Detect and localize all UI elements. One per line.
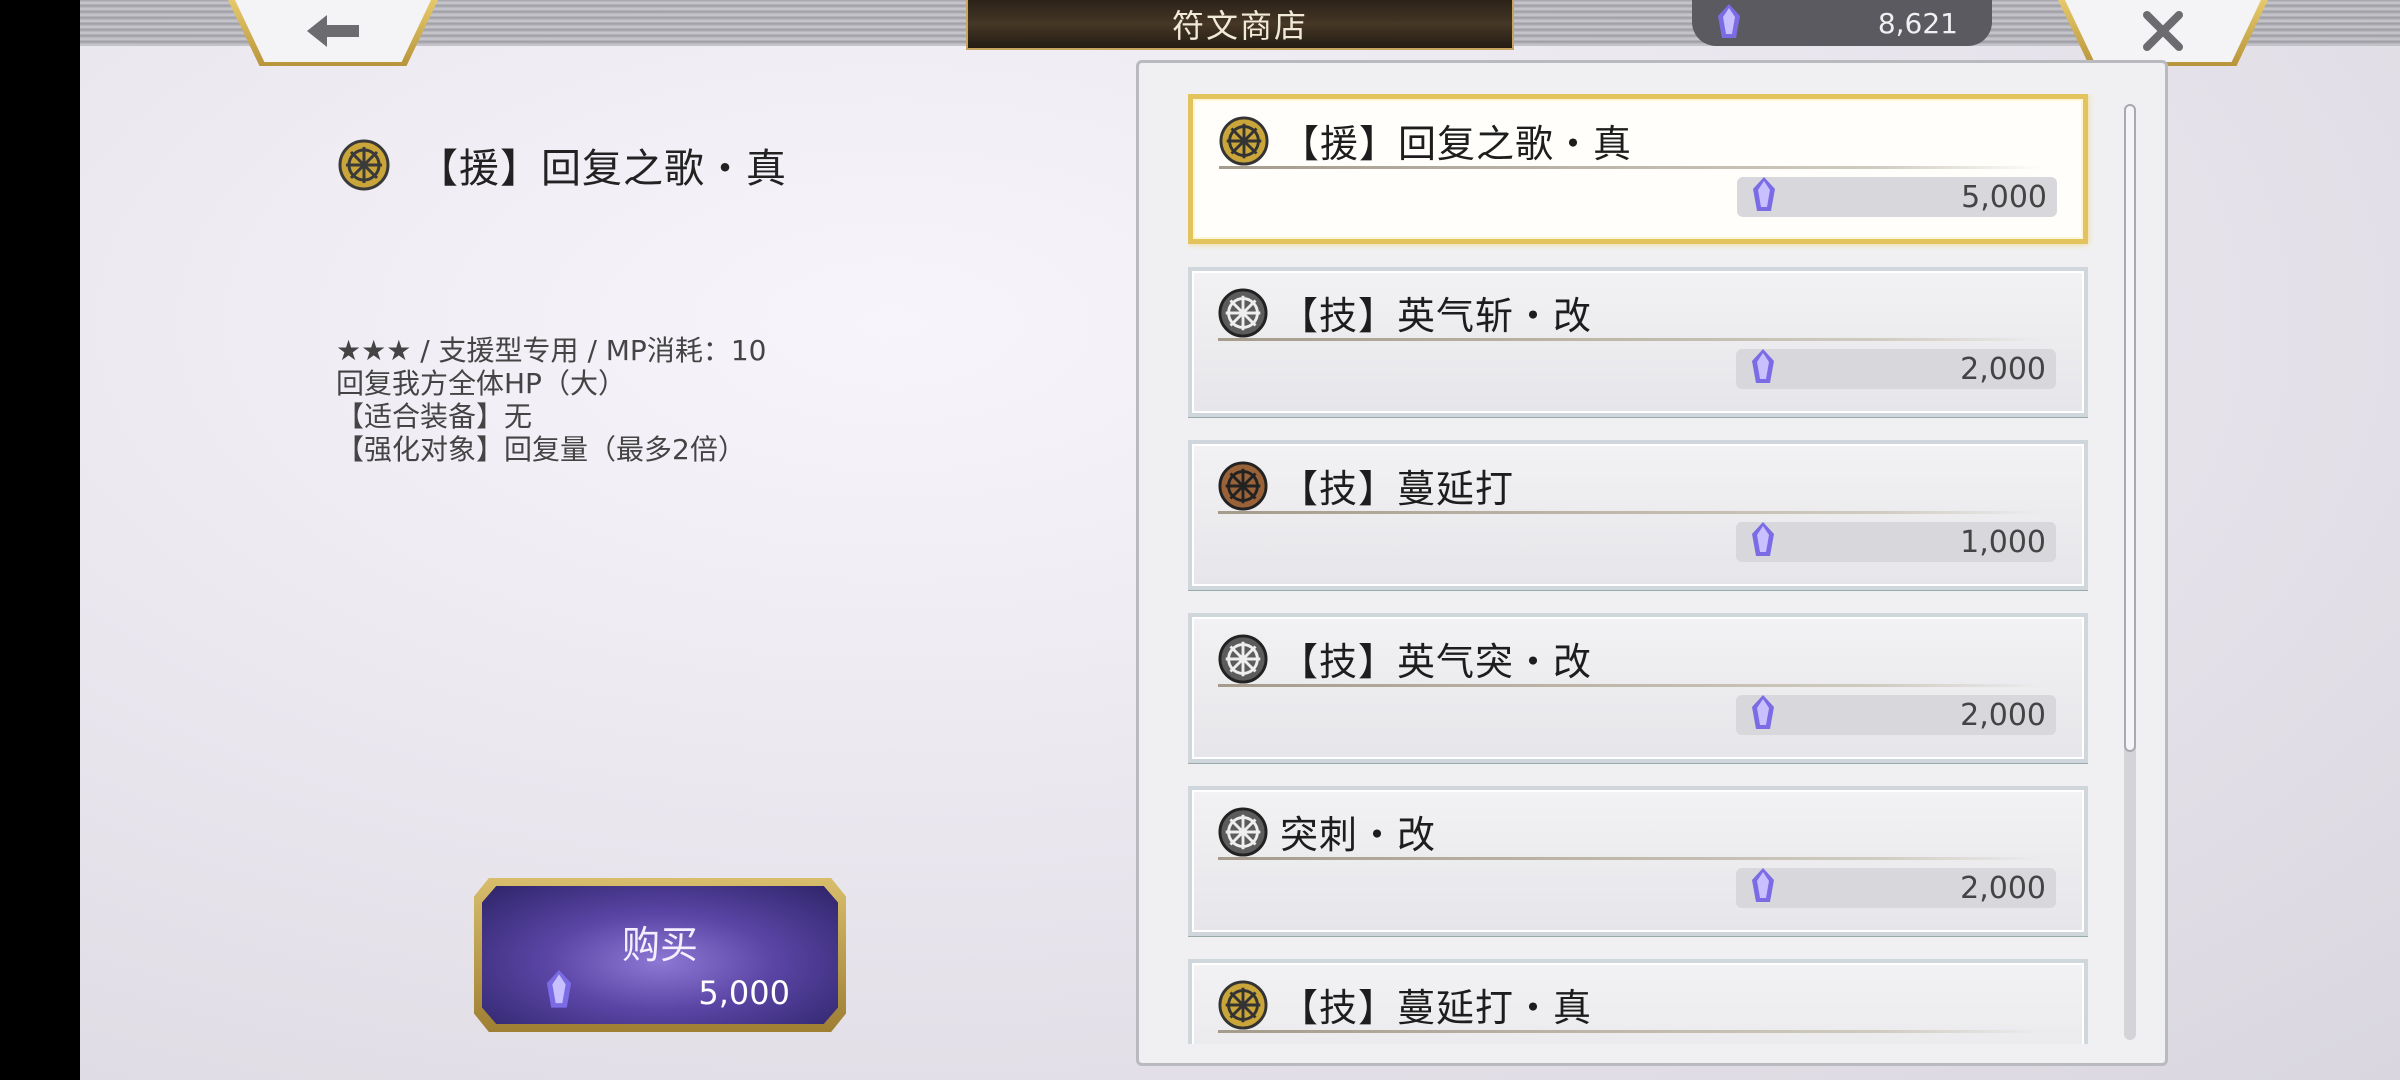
page-title: 符文商店 — [966, 0, 1514, 50]
rune-list-item[interactable]: 【援】回复之歌・真 5,000 — [1188, 94, 2088, 244]
buy-price: 5,000 — [698, 974, 790, 1012]
divider — [1219, 166, 2043, 169]
crystal-icon — [542, 970, 576, 1016]
price-tag: 2,000 — [1736, 349, 2056, 389]
divider — [1218, 511, 2044, 514]
price-tag: 2,000 — [1736, 695, 2056, 735]
desc-line: ★★★ / 支援型专用 / MP消耗：10 — [336, 334, 767, 367]
price-tag: 5,000 — [1737, 177, 2057, 217]
back-button[interactable] — [235, 0, 431, 62]
crystal-icon — [1714, 4, 1744, 49]
rune-icon — [1218, 287, 1268, 338]
currency-display: 8,621 — [1692, 0, 1992, 46]
divider — [1218, 1030, 2044, 1033]
divider — [1218, 684, 2044, 687]
price-value: 1,000 — [1960, 524, 2046, 560]
rune-icon — [338, 139, 390, 191]
rune-icon — [1218, 806, 1268, 857]
desc-line: 【适合装备】无 — [336, 400, 533, 433]
desc-line: 回复我方全体HP（大） — [336, 367, 626, 400]
buy-button-face: 购买 5,000 — [482, 886, 838, 1024]
rune-description: ★★★ / 支援型专用 / MP消耗：10 回复我方全体HP（大） 【适合装备】… — [336, 334, 766, 466]
rune-list-item[interactable]: 【技】英气突・改 2,000 — [1188, 613, 2088, 763]
scrollbar[interactable] — [2124, 104, 2136, 1040]
rune-list-item[interactable]: 【技】蔓延打 1,000 — [1188, 440, 2088, 590]
currency-amount: 8,621 — [1877, 6, 1958, 40]
price-value: 2,000 — [1960, 870, 2046, 906]
rune-icon — [1218, 633, 1268, 684]
rune-label: 突刺・改 — [1280, 813, 1437, 857]
rune-label: 【技】蔓延打・真 — [1280, 986, 1593, 1030]
rune-list-item[interactable]: 【技】蔓延打・真 — [1188, 959, 2088, 1044]
rune-name: 【援】回复之歌・真 — [418, 146, 787, 192]
close-button[interactable] — [2065, 0, 2261, 62]
crystal-icon — [1748, 522, 1778, 568]
price-tag: 1,000 — [1736, 522, 2056, 562]
rune-shop-screen: 符文商店 8,621 【援】回复之歌・真 ★★★ / 支援型专用 / MP消耗：… — [80, 0, 2400, 1080]
crystal-icon — [1748, 695, 1778, 741]
rune-label: 【技】英气斩・改 — [1280, 294, 1593, 338]
rune-list[interactable]: 【援】回复之歌・真 5,000 【技】英气斩・改 2,000 【技】蔓延打 1,… — [1188, 94, 2168, 1044]
buy-button[interactable]: 购买 5,000 — [474, 878, 846, 1032]
rune-icon — [1219, 115, 1269, 166]
desc-line: 【强化对象】回复量（最多2倍） — [336, 433, 746, 466]
rune-list-item[interactable]: 【技】英气斩・改 2,000 — [1188, 267, 2088, 417]
rune-list-item[interactable]: 突刺・改 2,000 — [1188, 786, 2088, 936]
close-icon — [2143, 11, 2183, 51]
scrollbar-thumb[interactable] — [2124, 104, 2136, 752]
divider — [1218, 857, 2044, 860]
price-value: 2,000 — [1960, 697, 2046, 733]
crystal-icon — [1748, 868, 1778, 914]
rune-label: 【技】英气突・改 — [1280, 640, 1593, 684]
price-value: 2,000 — [1960, 351, 2046, 387]
rune-icon — [1218, 460, 1268, 511]
rune-icon — [1218, 979, 1268, 1030]
arrow-left-icon — [307, 15, 359, 47]
crystal-icon — [1749, 177, 1779, 223]
rune-label: 【援】回复之歌・真 — [1281, 122, 1633, 166]
divider — [1218, 338, 2044, 341]
selected-rune-title: 【援】回复之歌・真 — [338, 136, 787, 194]
price-tag: 2,000 — [1736, 868, 2056, 908]
crystal-icon — [1748, 349, 1778, 395]
rune-label: 【技】蔓延打 — [1280, 467, 1515, 511]
buy-label: 购买 — [621, 923, 698, 967]
price-value: 5,000 — [1961, 179, 2047, 215]
